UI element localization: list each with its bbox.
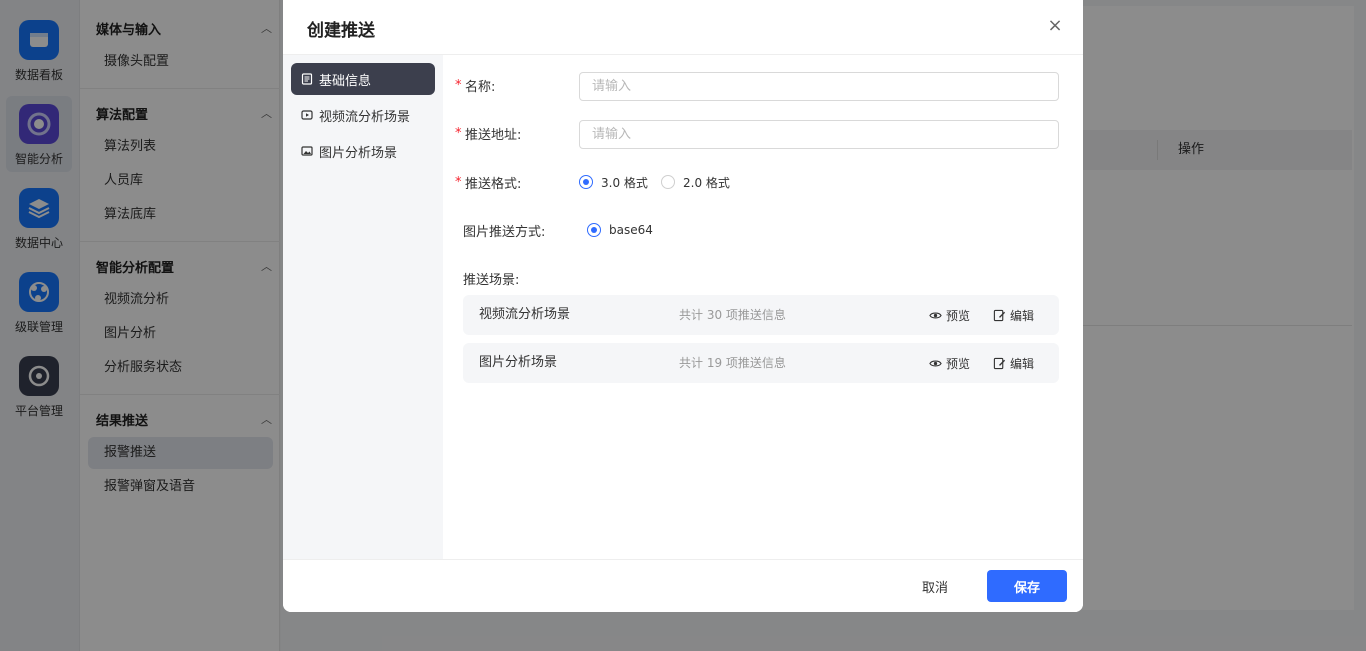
required-mark: * bbox=[455, 77, 462, 93]
radio-unchecked-icon bbox=[661, 175, 675, 189]
preview-label: 预览 bbox=[946, 356, 971, 371]
scenes-label: 推送场景: bbox=[463, 272, 520, 288]
required-mark: * bbox=[455, 125, 462, 141]
nav-basic-info[interactable]: 基础信息 bbox=[291, 63, 435, 95]
create-push-dialog: 创建推送 × 基础信息 视频流分析场景 图片分析场景 *名称: *推送地址: *… bbox=[283, 0, 1083, 612]
dialog-footer: 取消 保存 bbox=[283, 559, 1083, 612]
edit-label: 编辑 bbox=[1010, 308, 1035, 323]
label-text: 推送地址: bbox=[465, 127, 522, 143]
preview-button[interactable]: 预览 bbox=[929, 343, 970, 383]
preview-button[interactable]: 预览 bbox=[929, 295, 970, 335]
scene-count: 共计 19 项推送信息 bbox=[679, 356, 786, 370]
edit-button[interactable]: 编辑 bbox=[993, 295, 1034, 335]
name-label: * 名称: bbox=[455, 75, 495, 95]
radio-label: 2.0 格式 bbox=[683, 175, 730, 190]
scene-row-video: 视频流分析场景 共计 30 项推送信息 预览 编辑 bbox=[463, 295, 1059, 335]
close-icon[interactable]: × bbox=[1045, 16, 1065, 36]
nav-video-scene[interactable]: 视频流分析场景 bbox=[291, 99, 435, 131]
document-icon bbox=[301, 73, 313, 85]
dialog-body: *名称: *推送地址: *推送格式: 3.0 格式 2.0 格式 图片推送方式:… bbox=[443, 55, 1083, 559]
dialog-title: 创建推送 bbox=[307, 21, 375, 41]
eye-icon bbox=[929, 312, 942, 318]
edit-icon bbox=[993, 357, 1006, 369]
dialog-nav: 基础信息 视频流分析场景 图片分析场景 bbox=[283, 55, 443, 559]
preview-label: 预览 bbox=[946, 308, 971, 323]
eye-icon bbox=[929, 360, 942, 366]
scene-name: 图片分析场景 bbox=[479, 355, 558, 370]
nav-label: 视频流分析场景 bbox=[319, 109, 411, 125]
scene-count: 共计 30 项推送信息 bbox=[679, 308, 786, 322]
format-radio-2[interactable]: 2.0 格式 bbox=[661, 172, 730, 192]
cancel-button[interactable]: 取消 bbox=[903, 570, 967, 602]
name-input[interactable] bbox=[579, 72, 1059, 101]
required-mark: * bbox=[455, 174, 462, 190]
edit-label: 编辑 bbox=[1010, 356, 1035, 371]
radio-label: base64 bbox=[609, 223, 653, 237]
address-label: * 推送地址: bbox=[455, 123, 521, 143]
video-icon bbox=[301, 110, 313, 120]
format-label: * 推送格式: bbox=[455, 172, 521, 192]
save-button[interactable]: 保存 bbox=[987, 570, 1067, 602]
scene-row-image: 图片分析场景 共计 19 项推送信息 预览 编辑 bbox=[463, 343, 1059, 383]
address-input[interactable] bbox=[579, 120, 1059, 149]
label-text: 推送格式: bbox=[465, 176, 522, 192]
image-icon bbox=[301, 146, 313, 156]
image-mode-label: 图片推送方式: bbox=[463, 224, 546, 240]
radio-checked-icon bbox=[587, 223, 601, 237]
label-text: 名称: bbox=[465, 79, 496, 95]
edit-button[interactable]: 编辑 bbox=[993, 343, 1034, 383]
radio-label: 3.0 格式 bbox=[601, 175, 648, 190]
nav-label: 图片分析场景 bbox=[319, 145, 398, 161]
format-radio-3[interactable]: 3.0 格式 bbox=[579, 172, 648, 192]
edit-icon bbox=[993, 309, 1006, 321]
radio-checked-icon bbox=[579, 175, 593, 189]
image-mode-radio-base64[interactable]: base64 bbox=[587, 220, 653, 240]
scene-name: 视频流分析场景 bbox=[479, 307, 571, 322]
nav-image-scene[interactable]: 图片分析场景 bbox=[291, 135, 435, 167]
nav-label: 基础信息 bbox=[319, 73, 372, 89]
dialog-header: 创建推送 × bbox=[283, 0, 1083, 55]
